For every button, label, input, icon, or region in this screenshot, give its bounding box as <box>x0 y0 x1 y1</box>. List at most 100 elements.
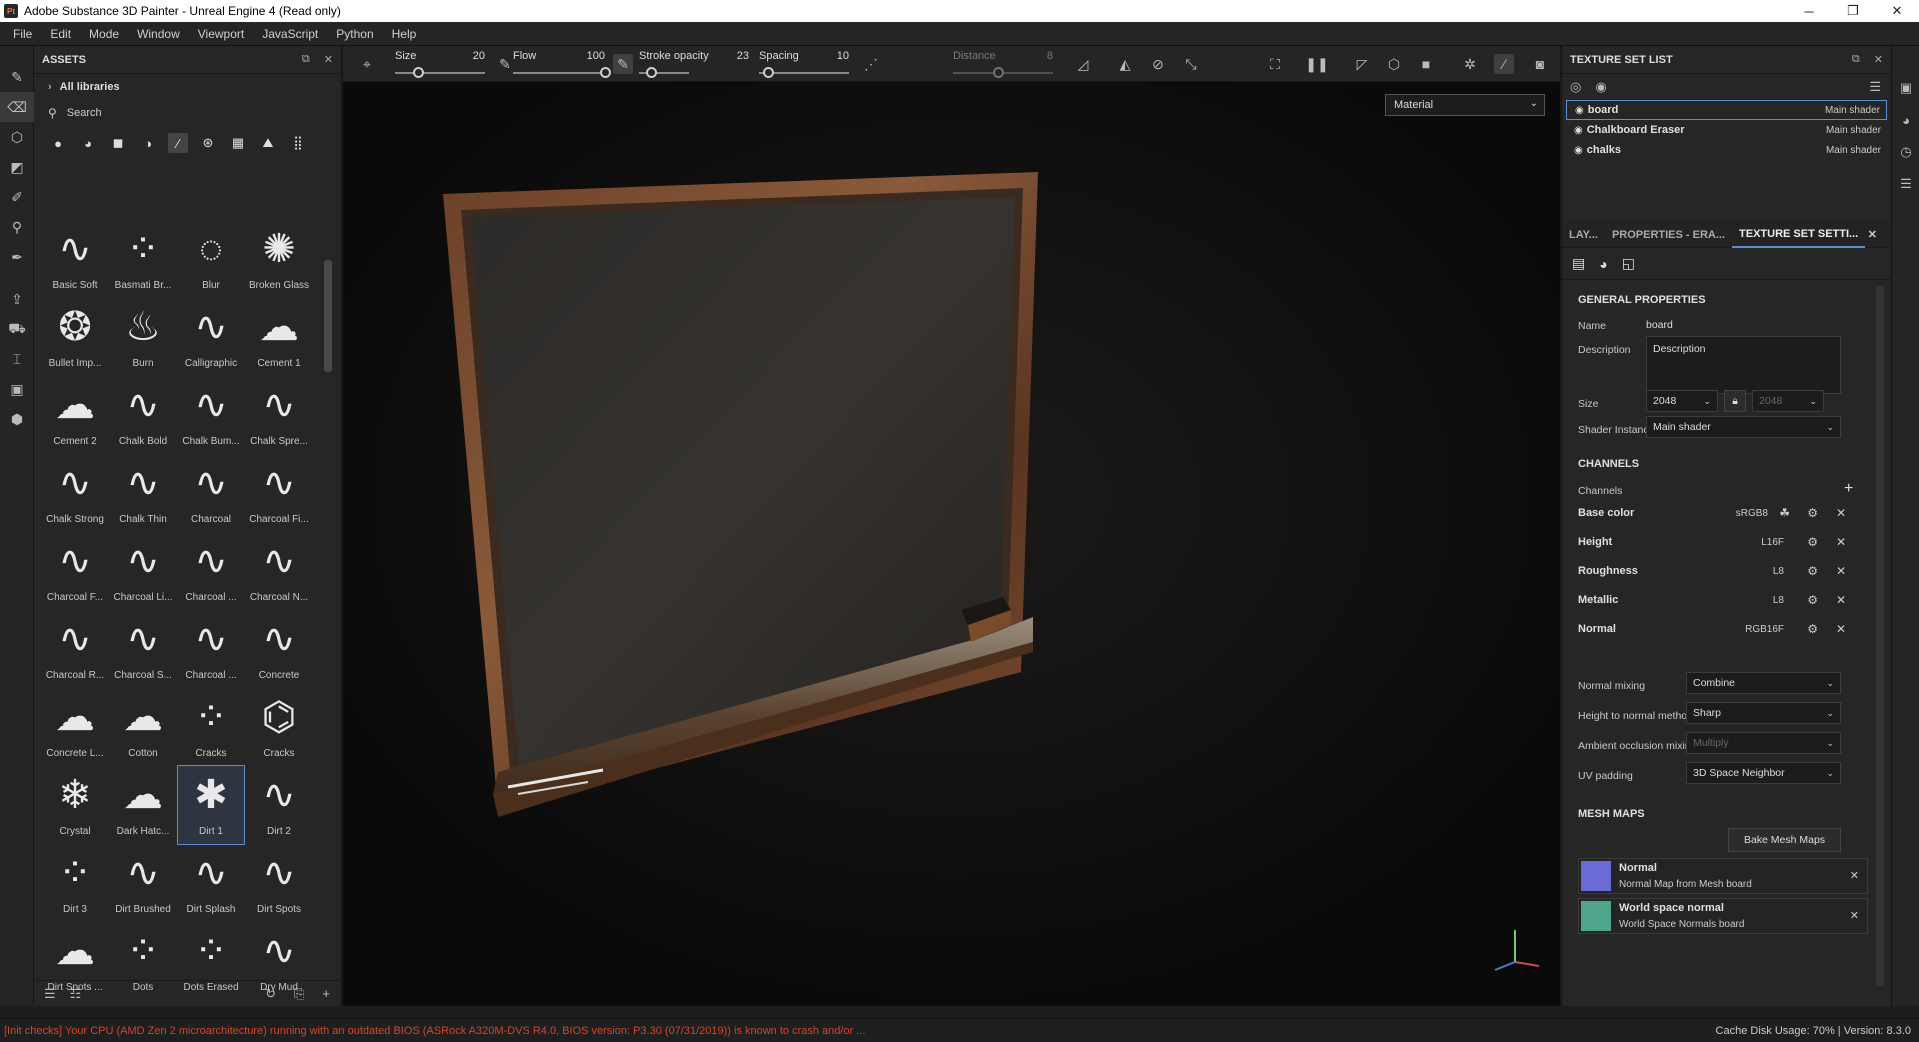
asset-item[interactable]: ∿ Chalk Bold <box>110 376 176 454</box>
asset-item[interactable]: ∿ Basic Soft <box>42 220 108 298</box>
asset-item[interactable]: ❂ Bullet Imp... <box>42 298 108 376</box>
polygon-fill-icon[interactable]: ◩ <box>0 152 34 182</box>
texture-set-shader[interactable]: Main shader <box>1825 105 1880 116</box>
details-view-icon[interactable]: ☷ <box>70 986 82 1002</box>
import-icon[interactable]: ⎘ <box>294 986 304 1002</box>
asset-item[interactable]: ∿ Dirt 2 <box>246 766 312 844</box>
texture-set-row[interactable]: ◉ board Main shader <box>1566 100 1887 120</box>
camera-icon[interactable]: ■ <box>1416 54 1436 74</box>
texture-filter-icon[interactable]: ▦ <box>228 133 248 153</box>
asset-item[interactable]: ⁘ Cracks <box>178 688 244 766</box>
asset-item[interactable]: ∿ Charcoal Fi... <box>246 454 312 532</box>
uv-padding-dropdown[interactable]: 3D Space Neighbor ⌄ <box>1686 762 1841 784</box>
color-picker-icon[interactable]: ✒ <box>0 242 34 272</box>
asset-item[interactable]: ❄ Crystal <box>42 766 108 844</box>
view-2d-icon[interactable]: ◸ <box>1352 54 1372 74</box>
channel-row[interactable]: Roughness L8 ⚙ ✕ <box>1578 560 1868 582</box>
gear-icon[interactable]: ⚙ <box>1807 506 1818 520</box>
normal-mixing-dropdown[interactable]: Combine ⌄ <box>1686 672 1841 694</box>
paint-brush-icon[interactable]: ✎ <box>0 62 34 92</box>
size-slider[interactable]: Size 20 <box>395 46 485 82</box>
menu-javascript[interactable]: JavaScript <box>253 27 327 41</box>
texture-set-row[interactable]: ◉ Chalkboard Eraser Main shader <box>1566 120 1887 140</box>
symmetry-icon[interactable]: ◭ <box>1115 54 1135 74</box>
menu-viewport[interactable]: Viewport <box>189 27 253 41</box>
undock-icon[interactable]: ⧉ <box>302 53 310 66</box>
mask-filter-icon[interactable]: ◼ <box>108 133 128 153</box>
flow-slider[interactable]: Flow 100 <box>513 46 611 82</box>
smudge-icon[interactable]: ✐ <box>0 182 34 212</box>
mesh-map-item[interactable]: Normal Normal Map from Mesh board ✕ <box>1578 858 1868 894</box>
gear-icon[interactable]: ⚙ <box>1807 564 1818 578</box>
height-to-normal-dropdown[interactable]: Sharp ⌄ <box>1686 702 1841 724</box>
asset-item[interactable]: ∿ Chalk Spre... <box>246 376 312 454</box>
channel-row[interactable]: Normal RGB16F ⚙ ✕ <box>1578 618 1868 640</box>
brush-filter-icon[interactable]: ⁄ <box>168 133 188 153</box>
name-value[interactable]: board <box>1646 319 1673 331</box>
eye-icon[interactable]: ◉ <box>1574 145 1583 156</box>
tab-properties[interactable]: PROPERTIES - ERA... <box>1605 222 1732 248</box>
asset-item[interactable]: ∿ Dirt Brushed <box>110 844 176 922</box>
description-field[interactable]: Description <box>1646 336 1841 394</box>
settings-scrollbar[interactable] <box>1876 286 1884 986</box>
asset-item[interactable]: ∿ Charcoal <box>178 454 244 532</box>
shader-icon[interactable]: ◕ <box>1599 256 1607 272</box>
asset-item[interactable]: ⌬ Cracks <box>246 688 312 766</box>
remove-channel-icon[interactable]: ✕ <box>1836 622 1846 636</box>
close-panel-icon[interactable]: ✕ <box>1874 53 1883 66</box>
add-channel-icon[interactable]: + <box>1844 480 1853 498</box>
refresh-icon[interactable]: ↻ <box>265 986 276 1002</box>
grid-view-icon[interactable]: ⣿ <box>288 133 308 153</box>
minimize-button[interactable]: ─ <box>1787 0 1831 22</box>
gear-icon[interactable]: ⚙ <box>1807 622 1818 636</box>
hide-ui-icon[interactable]: ⛶ <box>1265 54 1285 74</box>
clone-stamp-icon[interactable]: ⚲ <box>0 212 34 242</box>
display-settings-icon[interactable]: ✲ <box>1460 54 1480 74</box>
channel-row[interactable]: Base color sRGB8 ☘ ⚙ ✕ <box>1578 502 1868 524</box>
shelf-icon[interactable]: ▣ <box>0 374 34 404</box>
channel-row[interactable]: Metallic L8 ⚙ ✕ <box>1578 589 1868 611</box>
close-window-button[interactable]: ✕ <box>1875 0 1919 22</box>
channel-format[interactable]: RGB16F <box>1745 624 1784 635</box>
texture-set-row[interactable]: ◉ chalks Main shader <box>1566 140 1887 160</box>
bake-mesh-maps-button[interactable]: Bake Mesh Maps <box>1728 828 1841 852</box>
spacing-slider[interactable]: Spacing 10 <box>759 46 849 82</box>
bake-icon[interactable]: ⛟ <box>0 314 34 344</box>
channel-format[interactable]: L8 <box>1773 595 1784 606</box>
stroke-opacity-slider[interactable]: Stroke opacity 23 <box>639 46 749 82</box>
asset-item[interactable]: ∿ Calligraphic <box>178 298 244 376</box>
eraser-icon[interactable]: ⌫ <box>0 92 34 122</box>
projection-icon[interactable]: ⬡ <box>0 122 34 152</box>
lock-icon[interactable]: 🔒︎ <box>1724 390 1746 412</box>
asset-item[interactable]: ⁘ Dirt 3 <box>42 844 108 922</box>
menu-edit[interactable]: Edit <box>41 27 80 41</box>
menu-file[interactable]: File <box>4 27 41 41</box>
remove-channel-icon[interactable]: ✕ <box>1836 564 1846 578</box>
channel-format[interactable]: L16F <box>1761 537 1784 548</box>
texture-set-list-icon[interactable]: ▣ <box>1892 72 1919 104</box>
measure-icon[interactable]: ⌶ <box>0 344 34 374</box>
view-3d-icon[interactable]: ⬡ <box>1384 54 1404 74</box>
asset-item[interactable]: ☁ Dark Hatc... <box>110 766 176 844</box>
history-icon[interactable]: ◷ <box>1892 136 1919 168</box>
spacing-knob[interactable] <box>763 66 774 78</box>
close-panel-icon[interactable]: ✕ <box>324 53 333 66</box>
gear-icon[interactable]: ⚙ <box>1807 593 1818 607</box>
menu-icon[interactable]: ☰ <box>1869 79 1881 95</box>
asset-item[interactable]: ☁ Cement 1 <box>246 298 312 376</box>
asset-item[interactable]: ∿ Charcoal N... <box>246 532 312 610</box>
asset-item[interactable]: ∿ Chalk Bum... <box>178 376 244 454</box>
remove-channel-icon[interactable]: ✕ <box>1836 506 1846 520</box>
gear-icon[interactable]: ⚙ <box>1807 535 1818 549</box>
lazy-mouse-icon[interactable]: ⋰ <box>861 54 881 74</box>
eye-icon[interactable]: ◉ <box>1574 125 1583 136</box>
undock-icon[interactable]: ⧉ <box>1852 53 1860 66</box>
uv-icon[interactable]: ◱ <box>1622 255 1635 272</box>
asset-item[interactable]: ∿ Charcoal Li... <box>110 532 176 610</box>
eye-icon[interactable]: ◉ <box>1595 79 1606 95</box>
stroke-pressure-icon[interactable]: ✎ <box>613 54 633 74</box>
asset-item[interactable]: ∿ Charcoal ... <box>178 532 244 610</box>
hide-all-icon[interactable]: ◎ <box>1570 79 1581 95</box>
eye-icon[interactable]: ◉ <box>1575 105 1584 116</box>
shader-instance-dropdown[interactable]: Main shader ⌄ <box>1646 416 1841 438</box>
